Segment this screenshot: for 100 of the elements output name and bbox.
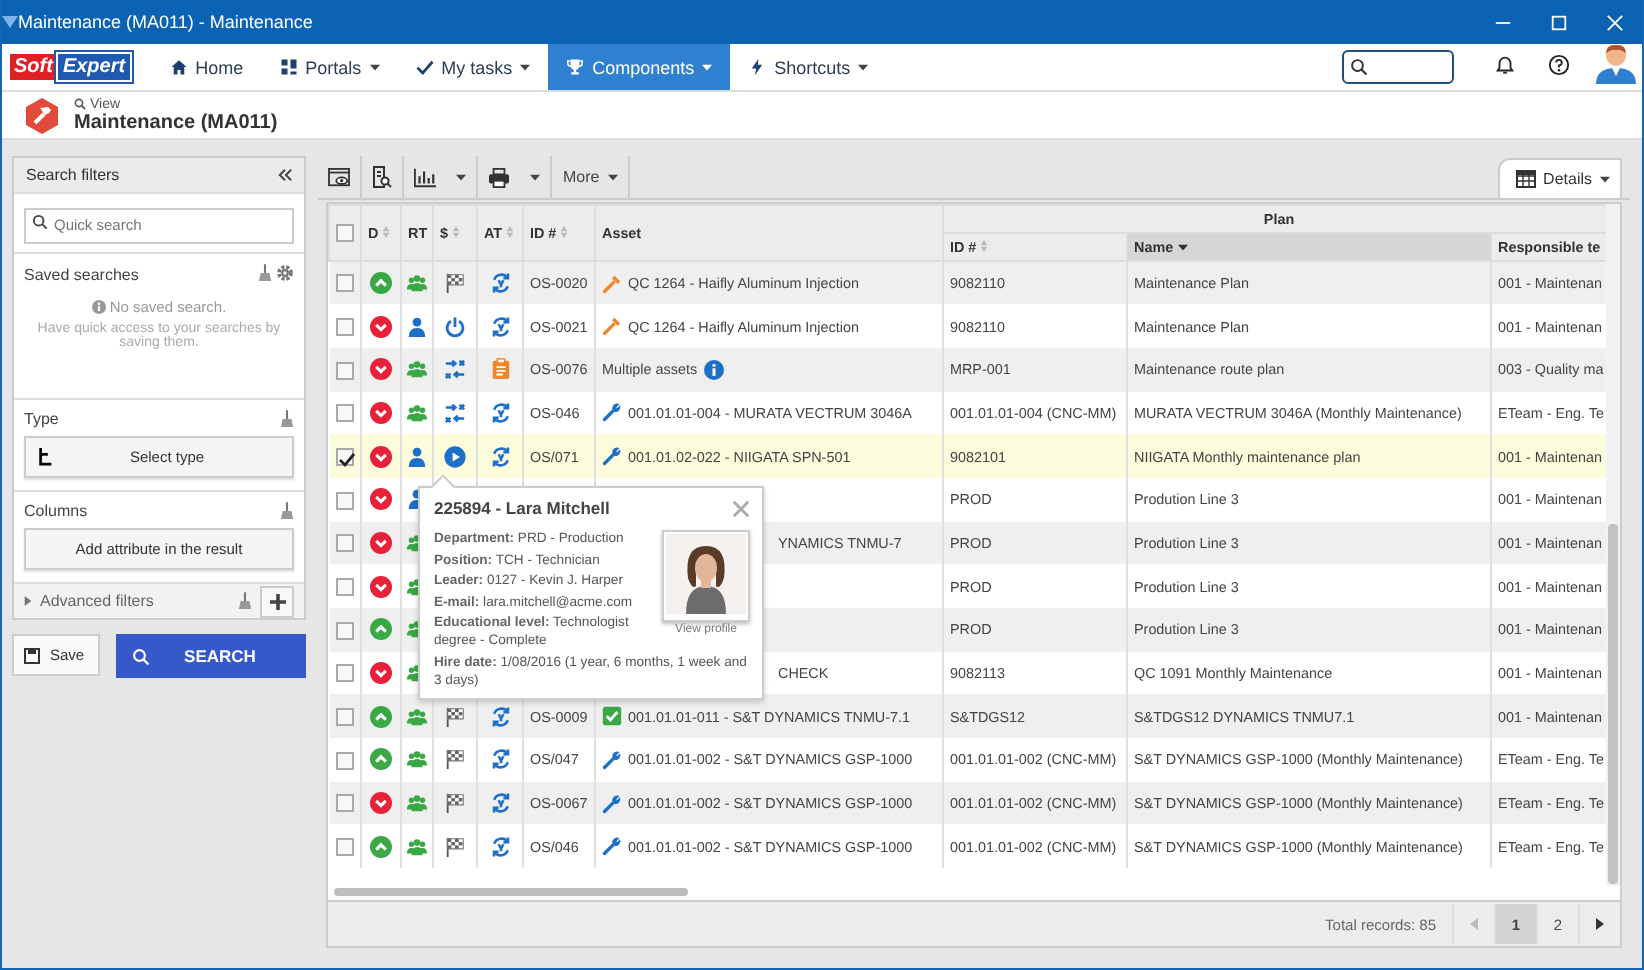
people-icon: [406, 401, 428, 424]
printer-icon: [488, 167, 511, 187]
tick-icon: [337, 451, 356, 468]
close-icon: [1605, 13, 1623, 31]
info-icon: [91, 300, 106, 314]
up-circle-icon: [370, 835, 392, 858]
broom-icon[interactable]: [280, 410, 294, 428]
info-icon[interactable]: [703, 359, 724, 380]
checkbox[interactable]: [335, 361, 354, 380]
search-icon: [32, 214, 48, 230]
checkbox[interactable]: [335, 708, 354, 727]
checkbox[interactable]: [336, 224, 354, 243]
search-field[interactable]: [1342, 50, 1454, 84]
sort-icon[interactable]: [382, 226, 391, 238]
section-title: Saved searches: [24, 266, 139, 284]
checkbox[interactable]: [335, 404, 354, 423]
sort-icon[interactable]: [980, 240, 989, 252]
wrench-icon: [602, 749, 622, 770]
nav-tab[interactable]: Portals: [261, 44, 398, 90]
maximize-icon: [1549, 13, 1567, 31]
close-icon[interactable]: [732, 499, 750, 517]
person-icon: [406, 315, 428, 338]
nav-tab[interactable]: Home: [151, 44, 262, 90]
logo[interactable]: Soft Expert: [10, 44, 132, 90]
sort-icon[interactable]: [452, 226, 460, 238]
people-icon: [406, 835, 428, 858]
checkered-flag-icon: [444, 705, 466, 728]
cycle-icon: [489, 401, 511, 424]
collapse-icon[interactable]: [278, 168, 292, 182]
checkbox[interactable]: [335, 274, 354, 293]
up-circle-icon: [370, 618, 392, 641]
floppy-icon: [24, 647, 40, 663]
down-circle-icon: [370, 315, 392, 338]
people-icon: [406, 358, 428, 381]
tool-icon: [602, 273, 622, 294]
wrench-icon: [602, 446, 622, 467]
checkbox[interactable]: [335, 838, 354, 857]
page-title: Maintenance (MA011): [74, 111, 278, 133]
window-title: Maintenance (MA011) - Maintenance: [18, 12, 315, 32]
hierarchy-icon: [38, 448, 54, 466]
caret-icon: [456, 173, 467, 181]
broom-icon[interactable]: [238, 592, 252, 610]
down-circle-icon: [370, 358, 392, 381]
bell-icon[interactable]: [1494, 53, 1516, 75]
shuffle-icon: [444, 401, 466, 424]
checkbox[interactable]: [335, 621, 354, 640]
broom-icon[interactable]: [280, 502, 294, 520]
sort-descending-icon[interactable]: [1177, 244, 1188, 252]
check-icon: [415, 58, 434, 76]
caret-icon: [369, 63, 380, 71]
gear-icon[interactable]: [276, 264, 294, 282]
checkbox[interactable]: [335, 317, 354, 336]
power-icon: [444, 315, 466, 338]
checkbox[interactable]: [335, 751, 354, 770]
table-icon: [1515, 170, 1536, 188]
checkered-flag-icon: [444, 272, 466, 295]
caret-icon: [607, 173, 618, 181]
down-circle-icon: [370, 445, 392, 468]
nav-tab[interactable]: Components: [548, 44, 731, 90]
report-search-icon: [372, 166, 392, 188]
window-eye-icon: [328, 167, 350, 187]
down-circle-icon: [370, 575, 392, 598]
wrench-icon: [602, 793, 622, 814]
scrollbar-thumb[interactable]: [334, 888, 688, 896]
down-circle-icon: [370, 488, 392, 511]
people-icon: [406, 705, 428, 728]
search-button[interactable]: SEARCH: [116, 634, 306, 678]
section-title: Type: [24, 410, 59, 428]
checkbox[interactable]: [335, 491, 354, 510]
checkbox[interactable]: [335, 794, 354, 813]
search-icon: [74, 98, 86, 110]
checkbox[interactable]: [335, 577, 354, 596]
trophy-icon: [566, 58, 585, 76]
down-circle-icon: [370, 792, 392, 815]
help-icon[interactable]: [1548, 53, 1570, 75]
cycle-icon: [489, 705, 511, 728]
search-icon: [1350, 58, 1368, 76]
home-icon: [169, 58, 188, 76]
broom-icon[interactable]: [257, 264, 272, 282]
checkbox[interactable]: [335, 534, 354, 553]
up-circle-icon: [370, 748, 392, 771]
plus-icon: [269, 593, 285, 609]
expand-icon[interactable]: [24, 596, 32, 606]
checkbox[interactable]: [335, 664, 354, 683]
sort-icon[interactable]: [560, 226, 569, 238]
avatar-icon[interactable]: [1594, 40, 1638, 84]
down-circle-icon: [370, 662, 392, 685]
section-title: Columns: [24, 502, 88, 520]
cycle-icon: [489, 835, 511, 858]
wrench-icon: [602, 836, 622, 857]
nav-tab[interactable]: Shortcuts: [730, 44, 887, 90]
nav-tab[interactable]: My tasks: [397, 44, 549, 90]
details-tab[interactable]: Details: [1497, 158, 1622, 198]
checkbox[interactable]: [335, 447, 354, 466]
popup-title: 225894 - Lara Mitchell: [434, 498, 610, 518]
sort-icon[interactable]: [506, 226, 515, 238]
cycle-icon: [489, 445, 511, 468]
add-button[interactable]: [260, 585, 294, 617]
more-button[interactable]: More: [552, 156, 630, 198]
scrollbar-thumb[interactable]: [1608, 524, 1618, 884]
